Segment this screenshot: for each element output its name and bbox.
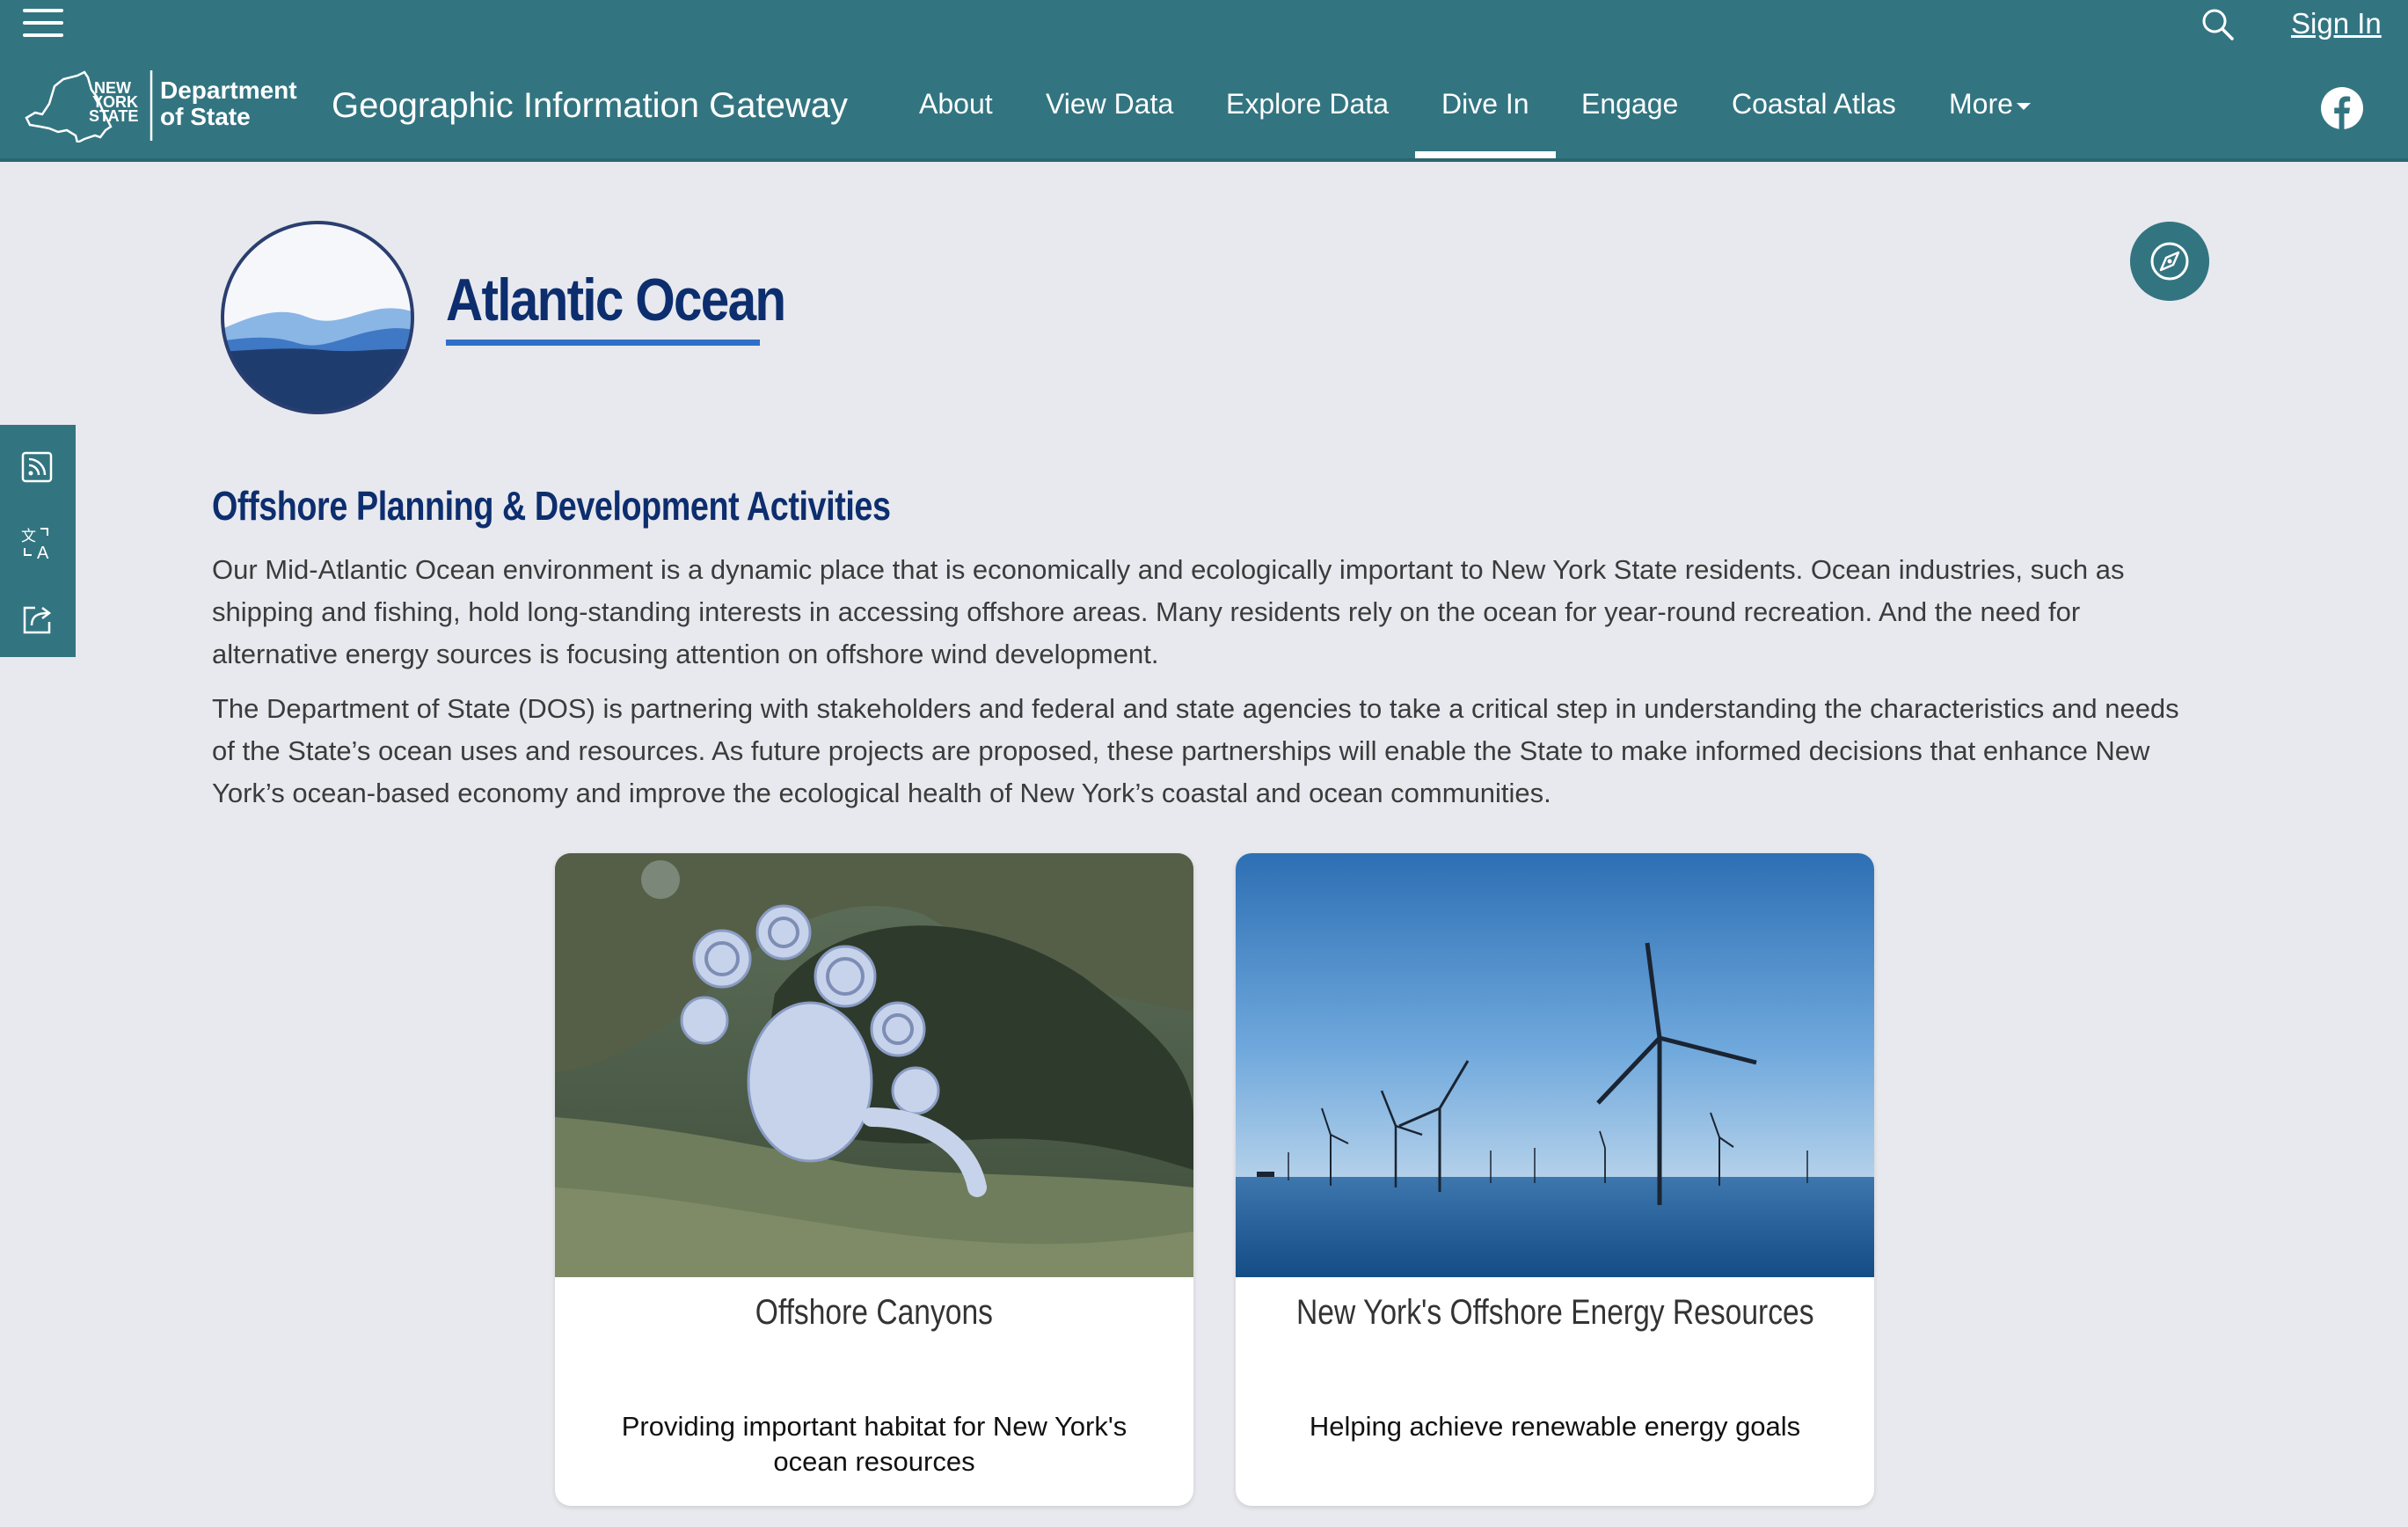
partnership-paragraph: The Department of State (DOS) is partner… [212, 693, 2179, 808]
search-icon[interactable] [2200, 7, 2236, 42]
nav-more-dropdown[interactable]: More [1949, 88, 2031, 121]
nav-more-label: More [1949, 88, 2013, 120]
rss-icon[interactable] [18, 448, 56, 486]
site-title[interactable]: Geographic Information Gateway [332, 86, 848, 126]
title-underline [446, 340, 760, 346]
intro-paragraph: Our Mid-Atlantic Ocean environment is a … [212, 554, 2125, 669]
nav-view-data[interactable]: View Data [1046, 88, 1173, 121]
nav-explore-data[interactable]: Explore Data [1226, 88, 1389, 121]
utility-bar: Sign In [0, 0, 2408, 51]
facebook-icon[interactable] [2320, 86, 2364, 130]
side-toolbar: 文 A [0, 425, 76, 657]
card-title-link[interactable]: Offshore Canyons [555, 1293, 1193, 1333]
svg-text:STATE: STATE [89, 107, 138, 125]
nav-about[interactable]: About [919, 88, 993, 121]
translate-icon[interactable]: 文 A [18, 523, 56, 562]
menu-icon[interactable] [23, 5, 63, 40]
svg-text:文: 文 [21, 528, 36, 544]
compass-icon[interactable] [2130, 222, 2209, 301]
svg-text:A: A [37, 544, 49, 562]
page-title: Atlantic Ocean [446, 267, 786, 333]
wind-turbines-image[interactable] [1236, 853, 1874, 1277]
active-nav-indicator [1415, 151, 1556, 158]
main-navigation: NEW YORK STATE Department of State Geogr… [0, 51, 2408, 162]
card-title-text: Offshore Canyons [755, 1293, 994, 1332]
card-title-link[interactable]: New York's Offshore Energy Resources [1236, 1293, 1874, 1333]
card-offshore-energy[interactable]: New York's Offshore Energy Resources Hel… [1236, 853, 1874, 1506]
section-heading: Offshore Planning & Development Activiti… [212, 483, 891, 529]
sign-in-link[interactable]: Sign In [2291, 7, 2382, 40]
nav-coastal-atlas[interactable]: Coastal Atlas [1732, 88, 1896, 121]
card-title-text: New York's Offshore Energy Resources [1295, 1293, 1814, 1332]
svg-text:of State: of State [160, 103, 251, 130]
atlantic-ocean-icon [221, 221, 414, 414]
card-offshore-canyons[interactable]: Offshore Canyons Providing important hab… [555, 853, 1193, 1506]
octopus-image[interactable] [555, 853, 1193, 1277]
card-description: Helping achieve renewable energy goals [1309, 1411, 1801, 1442]
nys-department-of-state-logo[interactable]: NEW YORK STATE Department of State [23, 69, 304, 142]
svg-text:Department: Department [160, 77, 297, 104]
caret-down-icon [2016, 102, 2031, 110]
share-icon[interactable] [18, 599, 56, 638]
nav-dive-in[interactable]: Dive In [1441, 88, 1529, 121]
nav-engage[interactable]: Engage [1581, 88, 1678, 121]
card-description: Providing important habitat for New York… [621, 1411, 1127, 1477]
